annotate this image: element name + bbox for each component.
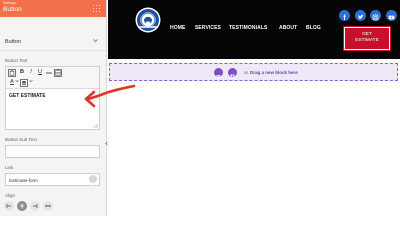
nav-blog[interactable]: BLOG [306, 25, 321, 31]
resize-handle-icon[interactable] [94, 124, 98, 128]
section-label: Button [5, 39, 21, 45]
youtube-icon[interactable] [386, 10, 397, 21]
align-center-button[interactable] [17, 201, 27, 211]
link-input[interactable]: /estimate-form [5, 173, 100, 186]
chevron-down-icon[interactable] [15, 79, 19, 87]
gear-icon[interactable] [89, 175, 97, 186]
cta-label-line-2: ESTIMATE [355, 38, 379, 43]
link-value: /estimate-form [9, 178, 38, 183]
collapse-panel-icon[interactable] [104, 141, 109, 146]
svg-text:f: f [343, 15, 346, 22]
background-color-icon[interactable] [20, 79, 28, 87]
link-label: Link [5, 165, 14, 170]
add-block-icon[interactable] [214, 68, 223, 79]
annotation-arrow-icon [84, 84, 136, 108]
drag-handle-icon[interactable] [93, 5, 101, 13]
cta-label: GET ESTIMATE [345, 32, 389, 44]
button-subtext-input[interactable] [5, 145, 100, 158]
nav-about[interactable]: ABOUT [279, 25, 297, 31]
italic-button[interactable]: I [27, 69, 35, 77]
nav-testimonials[interactable]: TESTIMONIALS [229, 25, 267, 31]
align-left-button[interactable] [4, 201, 14, 211]
strikethrough-icon[interactable] [45, 69, 53, 77]
panel-title: Button [3, 6, 22, 13]
nav-services[interactable]: SERVICES [195, 25, 221, 31]
instagram-icon[interactable] [370, 10, 381, 21]
block-library-icon[interactable] [228, 68, 237, 79]
panel-header: Settings Button [0, 0, 106, 17]
company-logo [135, 7, 161, 33]
editor-content[interactable]: GET ESTIMATE [9, 93, 46, 99]
chevron-down-icon[interactable] [29, 79, 33, 87]
dropzone-or-text: or [244, 70, 249, 75]
panel-subtitle: Settings [3, 1, 16, 5]
table-icon[interactable] [54, 69, 62, 77]
paste-icon[interactable] [8, 69, 16, 77]
chevron-down-icon [93, 39, 98, 43]
align-right-button[interactable] [30, 201, 40, 211]
dropzone-drag-text: Drag a new block here [250, 70, 298, 75]
get-estimate-button[interactable]: GET ESTIMATE [343, 26, 391, 51]
facebook-icon[interactable]: f [339, 10, 350, 22]
button-subtext-label: Button Sub Text [5, 137, 37, 142]
section-toggle-button[interactable]: Button [0, 33, 106, 51]
button-text-label: Button Text [5, 58, 28, 63]
underline-button[interactable]: U [36, 69, 44, 77]
nav-home[interactable]: HOME [170, 25, 185, 31]
block-dropzone[interactable]: or Drag a new block here [109, 63, 398, 81]
twitter-icon[interactable] [355, 10, 366, 21]
bold-button[interactable]: B [18, 69, 26, 77]
align-label: Align [5, 193, 16, 198]
align-full-button[interactable] [43, 201, 53, 211]
